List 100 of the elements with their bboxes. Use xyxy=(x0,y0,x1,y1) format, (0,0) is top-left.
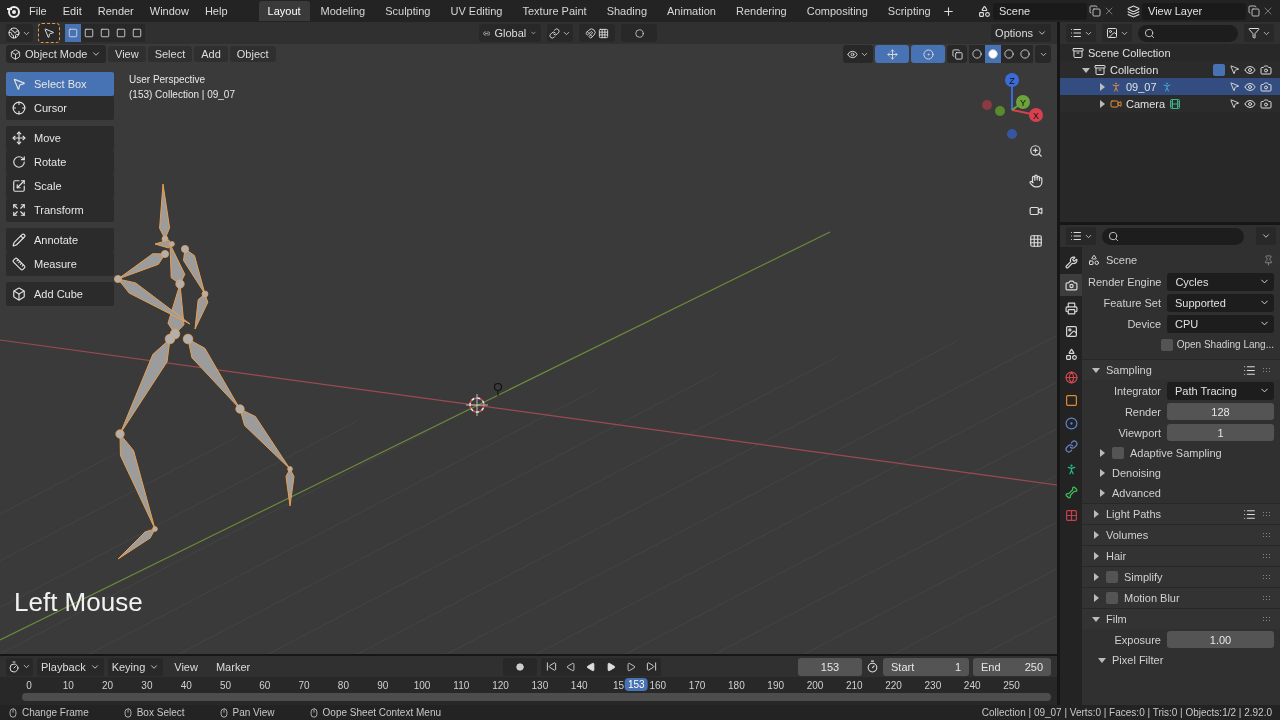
tool-button[interactable]: Cursor xyxy=(6,96,114,120)
outliner-row[interactable]: 09_07 xyxy=(1060,78,1280,95)
outliner-item[interactable]: Scene Collection xyxy=(1088,46,1171,59)
axis-gizmo-drawing[interactable]: X Y Z xyxy=(977,72,1047,142)
end-frame-field[interactable]: End 250 xyxy=(973,657,1051,676)
dropdown[interactable]: Supported xyxy=(1167,293,1274,312)
frame-number: 100 xyxy=(413,680,431,691)
menu-item[interactable]: Render xyxy=(90,3,141,19)
outliner-item[interactable]: 09_07 xyxy=(1126,80,1157,93)
menu-item[interactable]: File xyxy=(22,3,54,19)
number-field[interactable]: 1 xyxy=(1167,424,1274,441)
start-frame-field[interactable]: Start 1 xyxy=(883,657,969,676)
menu-item[interactable]: Help xyxy=(197,3,235,19)
field-value: 1 xyxy=(954,660,961,673)
status-hint: Change Frame xyxy=(22,707,89,718)
status-hint: Oope Sheet Context Menu xyxy=(322,707,441,718)
frame-number: 230 xyxy=(924,680,942,691)
workspace-tab[interactable]: Modeling xyxy=(311,1,375,21)
frame-number: 190 xyxy=(767,680,785,691)
panel-title: Adaptive Sampling xyxy=(1130,447,1222,459)
frame-number: 160 xyxy=(649,680,667,691)
frame-number: 110 xyxy=(453,680,470,691)
frame-number: 50 xyxy=(219,680,232,691)
workspace-tab[interactable]: UV Editing xyxy=(441,1,512,21)
workspace-tab[interactable]: Compositing xyxy=(797,1,877,21)
workspace-tab[interactable]: Animation xyxy=(658,1,725,21)
frame-number: 90 xyxy=(377,680,389,691)
collection-info: (153) Collection | 09_07 xyxy=(129,89,235,100)
tool-button[interactable]: Annotate xyxy=(6,228,114,252)
subpanel-header[interactable]: Pixel Filter xyxy=(1088,650,1274,670)
menu-item[interactable]: View xyxy=(108,46,146,62)
workspace-tab[interactable]: Rendering xyxy=(726,1,796,21)
menu-dropdown[interactable]: Playback xyxy=(37,657,104,676)
workspace-tab[interactable]: Scripting xyxy=(878,1,940,21)
panel-title: Volumes xyxy=(1106,529,1149,541)
tool-button[interactable]: Transform xyxy=(6,198,114,222)
frame-number: 140 xyxy=(570,680,588,691)
menu-item[interactable]: Window xyxy=(142,3,196,19)
menu-dropdown[interactable]: Keying xyxy=(107,657,164,676)
field-label: Integrator xyxy=(1112,384,1161,397)
panel-title: Motion Blur xyxy=(1124,592,1180,604)
workspace-tab[interactable]: Texture Paint xyxy=(513,1,596,21)
tool-button[interactable]: Add Cube xyxy=(6,282,114,306)
frame-number: 170 xyxy=(688,680,706,691)
scene-field[interactable]: Scene xyxy=(993,2,1087,20)
panel-title: Denoising xyxy=(1112,467,1161,479)
panel-title: Pixel Filter xyxy=(1112,654,1164,666)
menu-item[interactable]: Edit xyxy=(55,3,89,19)
number-field[interactable]: 128 xyxy=(1167,403,1274,420)
frame-number: 120 xyxy=(492,680,509,691)
view-layer-field[interactable]: View Layer xyxy=(1142,2,1246,20)
workspace-tab[interactable]: Shading xyxy=(597,1,657,21)
subpanel-header[interactable]: Denoising xyxy=(1088,463,1274,483)
key-overlay-text: Left Mouse xyxy=(14,587,143,618)
orientation-dropdown[interactable]: Global xyxy=(479,24,542,42)
frame-number: 70 xyxy=(298,680,310,691)
field-label: Render xyxy=(1123,405,1161,418)
panel-title: Film xyxy=(1106,613,1127,625)
outliner-item[interactable]: Camera xyxy=(1126,97,1166,110)
workspace-tab[interactable]: Layout xyxy=(258,1,310,21)
tool-button[interactable]: Measure xyxy=(6,252,114,276)
field-label: Start xyxy=(891,660,915,673)
outliner-item[interactable]: Collection xyxy=(1110,63,1159,76)
frame-number: 30 xyxy=(141,680,153,691)
panel-title: Sampling xyxy=(1106,364,1152,376)
tool-button[interactable]: Rotate xyxy=(6,150,114,174)
frame-number: 20 xyxy=(102,680,114,691)
panel-title: Advanced xyxy=(1112,487,1161,499)
workspace-tab[interactable]: Sculpting xyxy=(376,1,440,21)
menu-item[interactable]: View xyxy=(167,658,205,675)
frame-number: 240 xyxy=(963,680,981,691)
panel-title: Light Paths xyxy=(1106,508,1162,520)
frame-number: 40 xyxy=(180,680,192,691)
field-label: Device xyxy=(1126,317,1161,330)
view-name: User Perspective xyxy=(129,74,207,85)
frame-number: 15 xyxy=(612,680,625,691)
field-label: Feature Set xyxy=(1102,296,1161,309)
tool-button[interactable]: Move xyxy=(6,126,114,150)
frame-field[interactable]: 153 xyxy=(798,657,862,676)
number-field[interactable]: 1.00 xyxy=(1167,631,1274,648)
subpanel-header[interactable]: Adaptive Sampling xyxy=(1088,443,1274,463)
subpanel-header[interactable]: Advanced xyxy=(1088,483,1274,503)
dropdown[interactable]: Cycles xyxy=(1167,272,1275,291)
dropdown[interactable]: Path Tracing xyxy=(1167,381,1274,400)
frame-number: 210 xyxy=(845,680,863,691)
menu-item[interactable]: Object xyxy=(229,46,276,62)
dropdown[interactable]: CPU xyxy=(1167,314,1274,333)
menu-item[interactable]: Marker xyxy=(208,658,258,675)
mode-dropdown[interactable]: Object Mode xyxy=(6,45,106,63)
tool-button[interactable]: Scale xyxy=(6,174,114,198)
menu-item[interactable]: Add xyxy=(194,46,228,62)
current-frame-marker[interactable]: 153 xyxy=(624,678,648,691)
context-title: Scene xyxy=(1106,254,1138,266)
checkbox-label: Open Shading Lang... xyxy=(1176,339,1274,350)
frame-number: 80 xyxy=(337,680,349,691)
frame-number: 220 xyxy=(885,680,902,691)
options-dropdown[interactable]: Options xyxy=(991,24,1051,42)
menu-item[interactable]: Select xyxy=(147,46,193,62)
tool-button[interactable]: Select Box xyxy=(6,72,114,96)
frame-number: 180 xyxy=(728,680,745,691)
